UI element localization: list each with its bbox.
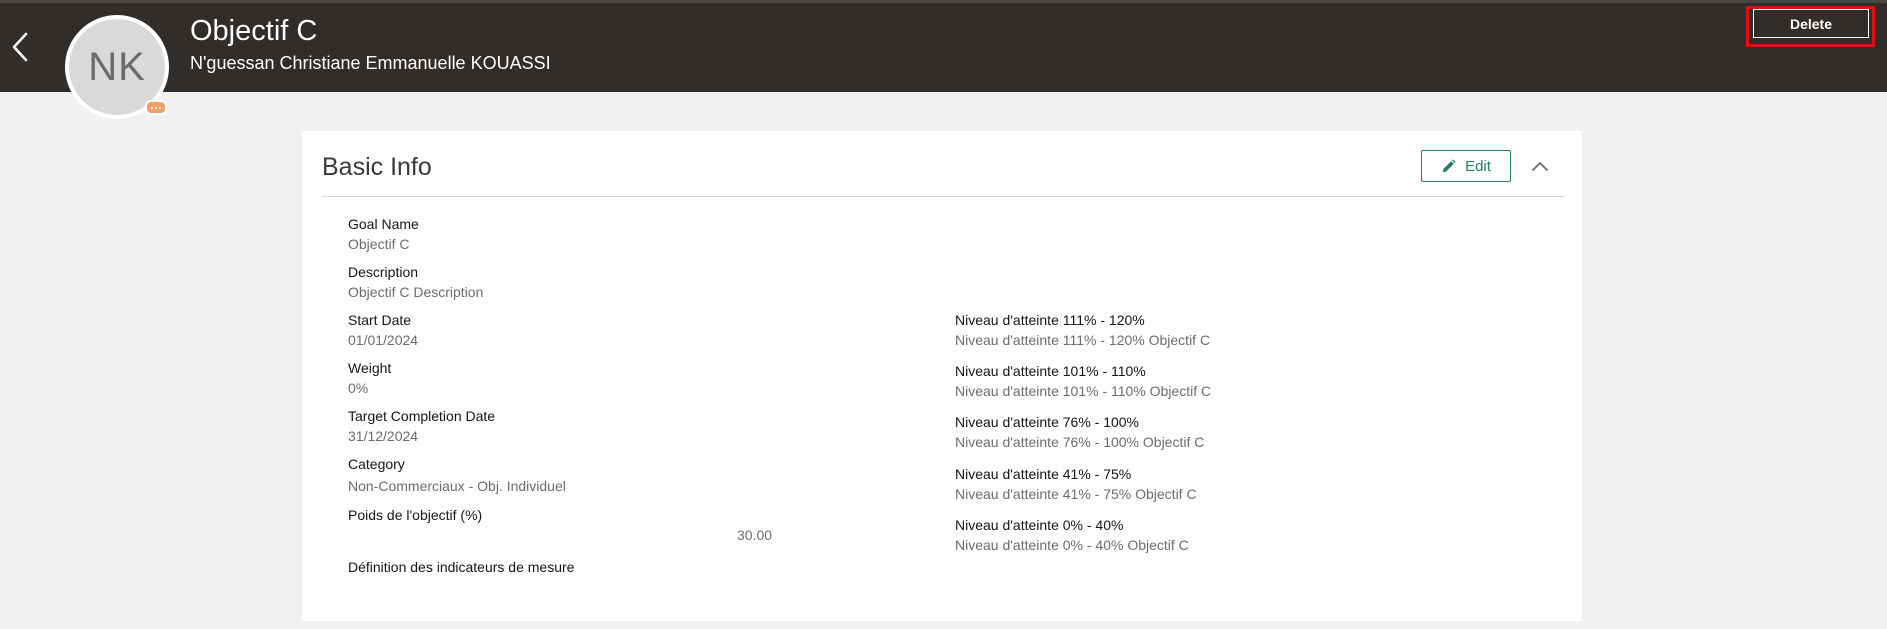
field-description: Description Objectif C Description xyxy=(348,263,483,301)
section-title: Basic Info xyxy=(322,153,432,181)
field-poids-objectif: Poids de l'objectif (%) xyxy=(348,506,482,524)
field-value: Niveau d'atteinte 101% - 110% Objectif C xyxy=(955,383,1212,399)
field-value: Niveau d'atteinte 76% - 100% Objectif C xyxy=(955,434,1205,450)
field-niveau-0-40: Niveau d'atteinte 0% - 40% Niveau d'atte… xyxy=(955,516,1189,554)
field-label: Target Completion Date xyxy=(348,408,496,424)
chevron-left-icon xyxy=(12,32,28,62)
field-value-poids: 30.00 xyxy=(737,527,773,543)
pencil-icon xyxy=(1442,158,1456,172)
edit-button-label: Edit xyxy=(1465,157,1491,175)
field-label: Définition des indicateurs de mesure xyxy=(348,559,575,575)
field-label: Start Date xyxy=(348,312,412,328)
field-value: Niveau d'atteinte 0% - 40% Objectif C xyxy=(955,537,1189,553)
field-weight: Weight 0% xyxy=(348,359,391,397)
field-label: Niveau d'atteinte 0% - 40% xyxy=(955,517,1124,533)
field-value: 31/12/2024 xyxy=(348,428,419,444)
field-goal-name: Goal Name Objectif C xyxy=(348,215,419,253)
field-label: Goal Name xyxy=(348,216,419,232)
field-label: Niveau d'atteinte 101% - 110% xyxy=(955,363,1146,379)
field-label: Niveau d'atteinte 41% - 75% xyxy=(955,466,1132,482)
field-label: Niveau d'atteinte 76% - 100% xyxy=(955,414,1140,430)
person-name: N'guessan Christiane Emmanuelle KOUASSI xyxy=(190,53,551,73)
field-niveau-76-100: Niveau d'atteinte 76% - 100% Niveau d'at… xyxy=(955,413,1204,451)
field-value: Objectif C xyxy=(348,236,410,252)
field-category: Category Non-Commerciaux - Obj. Individu… xyxy=(348,455,566,495)
more-options-badge-icon[interactable] xyxy=(145,100,167,115)
edit-button[interactable]: Edit xyxy=(1421,150,1511,182)
field-start-date: Start Date 01/01/2024 xyxy=(348,311,418,349)
field-niveau-111-120: Niveau d'atteinte 111% - 120% Niveau d'a… xyxy=(955,311,1210,349)
delete-button[interactable]: Delete xyxy=(1753,9,1869,38)
back-button[interactable] xyxy=(6,25,34,69)
field-definition-indicateurs: Définition des indicateurs de mesure xyxy=(348,558,574,576)
field-label: Niveau d'atteinte 111% - 120% xyxy=(955,312,1145,328)
section-divider xyxy=(322,196,1564,197)
field-label: Weight xyxy=(348,360,392,376)
field-value: Non-Commerciaux - Obj. Individuel xyxy=(348,478,566,494)
field-label: Poids de l'objectif (%) xyxy=(348,507,483,523)
field-label: Category xyxy=(348,456,405,472)
field-value: 01/01/2024 xyxy=(348,332,419,348)
field-niveau-101-110: Niveau d'atteinte 101% - 110% Niveau d'a… xyxy=(955,362,1211,400)
field-value: Niveau d'atteinte 111% - 120% Objectif C xyxy=(955,332,1211,348)
basic-info-card: Basic Info Edit Goal Name Objectif C Des… xyxy=(302,131,1582,621)
field-target-completion-date: Target Completion Date 31/12/2024 xyxy=(348,407,495,445)
field-niveau-41-75: Niveau d'atteinte 41% - 75% Niveau d'att… xyxy=(955,465,1197,503)
page-title: Objectif C xyxy=(190,15,318,47)
field-label: Description xyxy=(348,264,419,280)
field-value: Niveau d'atteinte 41% - 75% Objectif C xyxy=(955,486,1197,502)
chevron-up-icon xyxy=(1532,162,1548,171)
field-value: Objectif C Description xyxy=(348,284,484,300)
field-value: 0% xyxy=(348,380,369,396)
collapse-button[interactable] xyxy=(1524,150,1556,182)
page-header: Objectif C N'guessan Christiane Emmanuel… xyxy=(0,0,1887,92)
